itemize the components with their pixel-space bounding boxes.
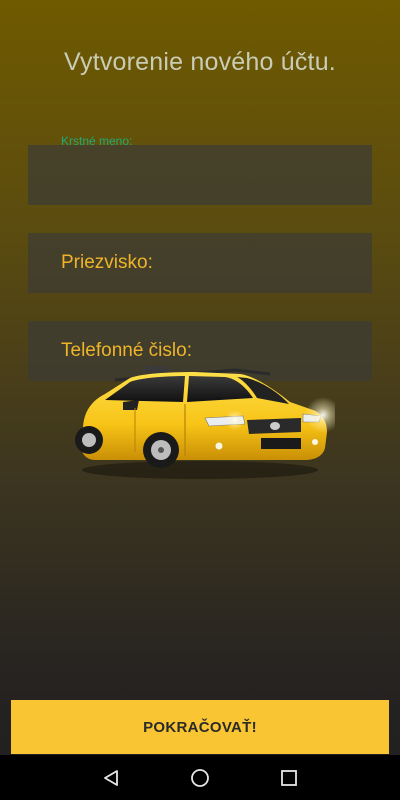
recent-apps-square-icon[interactable] <box>276 765 302 791</box>
last-name-field-container[interactable] <box>28 233 372 293</box>
android-navigation-bar <box>0 755 400 800</box>
last-name-input[interactable] <box>28 233 372 293</box>
taxi-car-image <box>75 366 335 479</box>
continue-button[interactable]: POKRAČOVAŤ! <box>11 700 389 754</box>
first-name-field-container[interactable] <box>28 145 372 205</box>
page-title: Vytvorenie nového účtu. <box>64 48 336 76</box>
back-triangle-icon[interactable] <box>98 765 124 791</box>
first-name-input[interactable] <box>28 145 372 205</box>
home-circle-icon[interactable] <box>187 765 213 791</box>
